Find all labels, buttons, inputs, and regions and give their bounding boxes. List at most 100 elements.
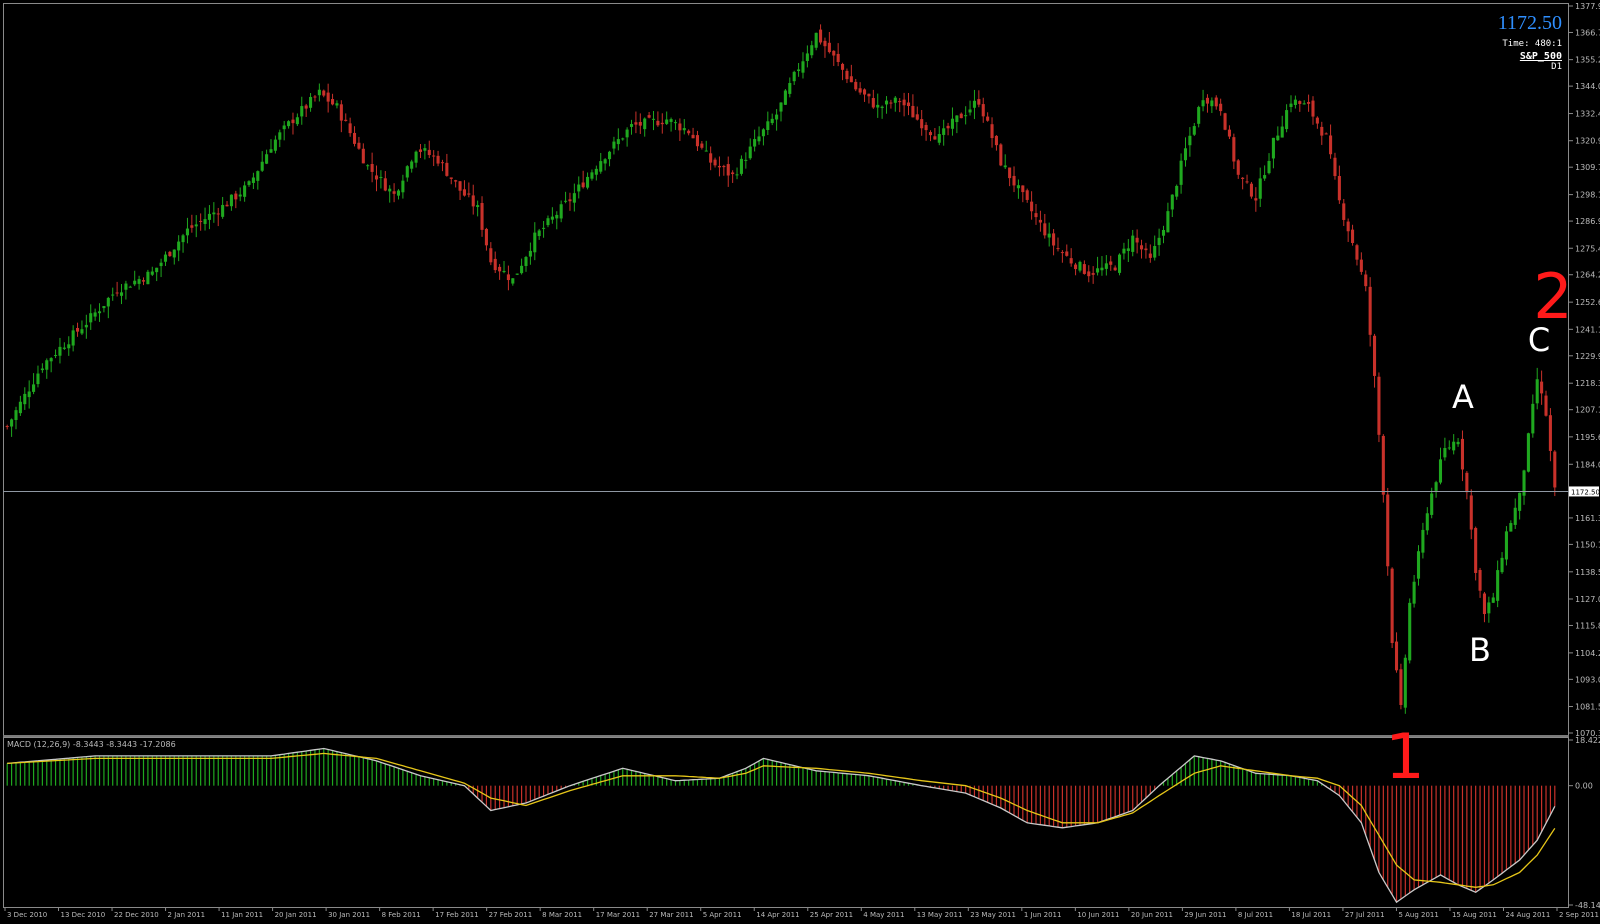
bear-candle-body bbox=[1087, 271, 1091, 277]
bull-candle-body bbox=[185, 228, 189, 236]
candle bbox=[625, 127, 629, 147]
bear-candle-body bbox=[959, 113, 963, 119]
current-price-line: 1172.50 bbox=[3, 486, 1600, 497]
bear-candle-body bbox=[1232, 137, 1236, 162]
date-tick-label: 17 Feb 2011 bbox=[435, 911, 479, 919]
bull-candle-body bbox=[124, 283, 128, 290]
bear-candle-body bbox=[717, 165, 721, 168]
bear-candle-body bbox=[1236, 160, 1240, 175]
candle bbox=[801, 52, 805, 79]
candle bbox=[1214, 95, 1218, 110]
candle bbox=[1355, 243, 1359, 266]
candle bbox=[1254, 187, 1258, 212]
bull-candle-body bbox=[238, 194, 242, 197]
bear-candle-body bbox=[1241, 177, 1245, 179]
bull-candle-body bbox=[423, 148, 427, 151]
bull-candle-body bbox=[542, 227, 546, 229]
candle bbox=[155, 267, 159, 282]
bull-candle-body bbox=[133, 280, 137, 285]
candle bbox=[423, 143, 427, 160]
candle bbox=[1135, 229, 1139, 254]
candle bbox=[1443, 437, 1447, 461]
candle bbox=[722, 164, 726, 176]
bear-candle-body bbox=[687, 130, 691, 134]
bear-candle-body bbox=[946, 125, 950, 129]
candle bbox=[713, 157, 717, 168]
candle bbox=[594, 165, 598, 181]
candle bbox=[273, 135, 277, 154]
candle bbox=[1377, 372, 1381, 443]
bear-candle-body bbox=[871, 98, 875, 108]
chart-window[interactable]: 1377.9 1366.7 1355.2 1344.0 1332.4 1320.9 1309… bbox=[0, 0, 1600, 920]
candle bbox=[243, 181, 247, 202]
bull-candle-body bbox=[621, 138, 625, 140]
price-tick-label: 1161.3 bbox=[1575, 514, 1600, 523]
candle bbox=[590, 169, 594, 181]
bull-candle-body bbox=[537, 230, 541, 237]
price-chart[interactable]: 1377.9 1366.7 1355.2 1344.0 1332.4 1320.9 1309… bbox=[0, 0, 1600, 920]
bull-candle-body bbox=[805, 53, 809, 61]
bull-candle-body bbox=[1183, 148, 1188, 161]
bear-candle-body bbox=[313, 96, 317, 98]
candle bbox=[1232, 133, 1236, 170]
candle bbox=[603, 158, 607, 171]
bear-candle-body bbox=[357, 142, 361, 149]
candle bbox=[476, 200, 480, 217]
candle bbox=[1249, 181, 1253, 199]
bear-candle-body bbox=[168, 251, 172, 257]
candle bbox=[687, 129, 691, 136]
bull-candle-body bbox=[405, 166, 409, 178]
candle bbox=[990, 117, 994, 148]
date-tick-label: 30 Jan 2011 bbox=[328, 911, 370, 919]
candle bbox=[959, 112, 963, 119]
candle bbox=[427, 140, 431, 159]
bull-candle-body bbox=[1271, 137, 1275, 159]
bull-candle-body bbox=[163, 254, 168, 262]
bull-candle-body bbox=[243, 185, 247, 197]
bear-candle-body bbox=[1469, 495, 1473, 530]
candle bbox=[867, 93, 871, 104]
candle bbox=[410, 159, 414, 173]
candle bbox=[1100, 256, 1104, 276]
bear-candle-body bbox=[634, 122, 638, 125]
candle bbox=[638, 113, 642, 134]
bear-candle-body bbox=[1311, 100, 1315, 117]
bull-candle-body bbox=[559, 204, 563, 219]
bull-candle-body bbox=[54, 355, 58, 357]
hud-time-label: Time: bbox=[1502, 39, 1530, 49]
bull-candle-body bbox=[1078, 261, 1082, 271]
bull-candle-body bbox=[102, 306, 106, 309]
candle bbox=[1263, 165, 1267, 181]
candle bbox=[1513, 498, 1517, 530]
date-tick-label: 1 Jun 2011 bbox=[1024, 911, 1062, 919]
candle bbox=[1012, 166, 1016, 193]
bull-candle-body bbox=[735, 174, 739, 176]
bear-candle-body bbox=[1482, 593, 1486, 615]
candle bbox=[111, 287, 115, 301]
bear-candle-body bbox=[361, 148, 365, 164]
candle bbox=[1460, 430, 1465, 482]
candle bbox=[889, 99, 893, 109]
bear-candle-body bbox=[1386, 494, 1390, 567]
candle bbox=[265, 149, 269, 165]
candle bbox=[462, 180, 466, 197]
candle bbox=[269, 139, 273, 153]
bear-candle-body bbox=[1351, 229, 1355, 244]
price-tick-label: 1218.3 bbox=[1575, 379, 1600, 388]
bull-candle-body bbox=[577, 184, 581, 192]
bear-candle-body bbox=[480, 203, 484, 230]
candle bbox=[484, 227, 488, 251]
candle bbox=[1131, 229, 1135, 257]
bull-candle-body bbox=[893, 97, 897, 103]
bull-candle-body bbox=[1047, 233, 1051, 238]
candle bbox=[278, 129, 282, 148]
candle bbox=[458, 181, 462, 201]
price-tick-label: 1355.2 bbox=[1575, 56, 1600, 65]
candle bbox=[994, 135, 998, 151]
candle bbox=[344, 113, 348, 122]
bear-candle-body bbox=[1364, 274, 1368, 287]
candle bbox=[291, 112, 295, 135]
bear-candle-body bbox=[823, 40, 827, 47]
candle bbox=[1030, 191, 1034, 220]
bull-candle-body bbox=[49, 358, 53, 362]
